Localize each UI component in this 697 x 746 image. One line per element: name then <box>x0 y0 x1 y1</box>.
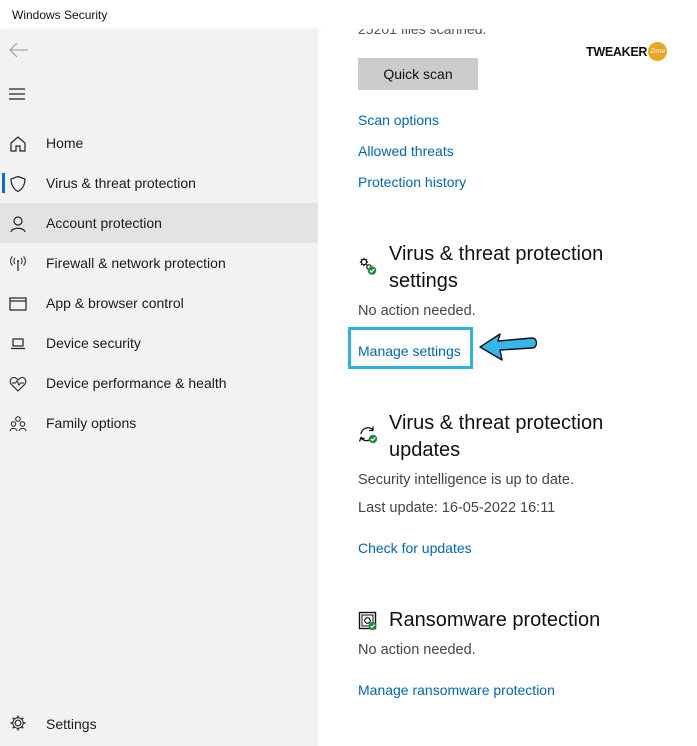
annotation-arrow-icon <box>479 333 538 361</box>
main-content: 25201 files scanned. Quick scan TWEAKER … <box>318 29 697 746</box>
sidebar-item-label: Family options <box>46 415 137 431</box>
settings-section-title-line1: Virus & threat protection <box>389 243 604 265</box>
sidebar-item-device-security[interactable]: Device security <box>0 323 318 363</box>
sidebar-item-label: Account protection <box>46 215 162 231</box>
sidebar-item-firewall-network-protection[interactable]: Firewall & network protection <box>0 243 318 283</box>
settings-section-title-line2: settings <box>389 270 458 292</box>
sidebar-item-home[interactable]: Home <box>0 123 318 163</box>
sidebar-item-settings[interactable]: Settings <box>0 704 318 744</box>
check-for-updates-link[interactable]: Check for updates <box>358 540 472 556</box>
home-icon <box>9 135 27 153</box>
updates-status: Security intelligence is up to date. <box>358 472 575 488</box>
sidebar-item-label: Home <box>46 135 84 151</box>
sidebar: Home Virus & threat protection Account p… <box>0 30 318 746</box>
sidebar-item-account-protection[interactable]: Account protection <box>0 203 318 243</box>
sidebar-item-label: App & browser control <box>46 295 184 311</box>
window-title: Windows Security <box>12 8 108 22</box>
scan-options-link[interactable]: Scan options <box>358 112 439 128</box>
sidebar-item-label: Device performance & health <box>46 375 227 391</box>
ransomware-section-title: Ransomware protection <box>389 609 601 631</box>
sidebar-item-label: Firewall & network protection <box>46 255 226 271</box>
updates-section-title-line2: updates <box>389 439 461 461</box>
tweakerzone-watermark: TWEAKER Zone <box>586 42 668 61</box>
sidebar-nav: Home Virus & threat protection Account p… <box>0 123 318 443</box>
wifi-antenna-icon <box>9 255 27 273</box>
hamburger-menu-button[interactable] <box>8 86 28 102</box>
allowed-threats-link[interactable]: Allowed threats <box>358 143 454 159</box>
watermark-word: TWEAKER <box>586 44 648 59</box>
ransomware-vault-icon <box>358 611 378 631</box>
sidebar-item-device-performance-health[interactable]: Device performance & health <box>0 363 318 403</box>
protection-history-link[interactable]: Protection history <box>358 174 466 190</box>
person-icon <box>9 215 27 233</box>
settings-status: No action needed. <box>358 303 476 319</box>
heart-pulse-icon <box>9 375 27 393</box>
selected-indicator <box>2 173 5 193</box>
gears-check-icon <box>358 256 378 276</box>
manage-settings-link[interactable]: Manage settings <box>358 343 461 359</box>
watermark-badge: Zone <box>648 42 668 61</box>
title-bar: Windows Security <box>0 0 697 30</box>
gear-icon <box>9 714 27 732</box>
refresh-check-icon <box>358 425 378 445</box>
family-icon <box>9 415 27 433</box>
shield-icon <box>9 175 27 193</box>
sidebar-item-app-browser-control[interactable]: App & browser control <box>0 283 318 323</box>
sidebar-item-virus-threat-protection[interactable]: Virus & threat protection <box>0 163 318 203</box>
laptop-icon <box>9 335 27 353</box>
ransomware-status: No action needed. <box>358 642 476 658</box>
browser-window-icon <box>9 295 27 313</box>
sidebar-item-label: Device security <box>46 335 141 351</box>
updates-section-title-line1: Virus & threat protection <box>389 412 604 434</box>
sidebar-item-label: Virus & threat protection <box>46 175 196 191</box>
hamburger-menu-icon <box>9 88 25 100</box>
quick-scan-button[interactable]: Quick scan <box>358 58 478 90</box>
last-update-text: Last update: 16-05-2022 16:11 <box>358 500 556 516</box>
back-button[interactable] <box>8 40 30 60</box>
manage-ransomware-protection-link[interactable]: Manage ransomware protection <box>358 682 555 698</box>
sidebar-item-label: Settings <box>46 716 97 732</box>
sidebar-item-family-options[interactable]: Family options <box>0 403 318 443</box>
back-arrow-icon <box>9 42 28 58</box>
